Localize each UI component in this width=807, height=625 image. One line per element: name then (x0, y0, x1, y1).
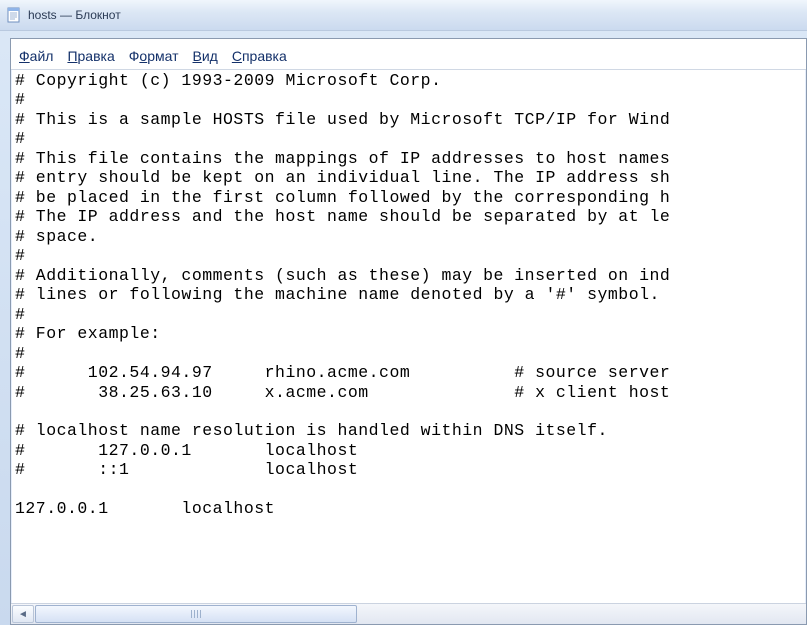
notepad-icon (6, 7, 22, 23)
menu-view[interactable]: Вид (193, 48, 218, 64)
menu-help[interactable]: Справка (232, 48, 287, 64)
scroll-left-arrow-icon[interactable]: ◄ (12, 605, 34, 623)
notepad-window: hosts — Блокнот Файл Правка Формат Вид С… (0, 0, 807, 625)
menu-format[interactable]: Формат (129, 48, 179, 64)
editor-viewport: # Copyright (c) 1993-2009 Microsoft Corp… (11, 69, 806, 602)
titlebar[interactable]: hosts — Блокнот (0, 0, 807, 31)
scroll-track[interactable] (35, 605, 806, 623)
client-area: Файл Правка Формат Вид Справка # Copyrig… (10, 38, 807, 625)
menu-file[interactable]: Файл (19, 48, 53, 64)
horizontal-scrollbar[interactable]: ◄ (11, 603, 806, 624)
menubar: Файл Правка Формат Вид Справка (11, 39, 806, 70)
scroll-thumb[interactable] (35, 605, 357, 623)
window-title: hosts — Блокнот (28, 8, 121, 22)
menu-edit[interactable]: Правка (67, 48, 114, 64)
text-editor[interactable]: # Copyright (c) 1993-2009 Microsoft Corp… (11, 69, 806, 521)
